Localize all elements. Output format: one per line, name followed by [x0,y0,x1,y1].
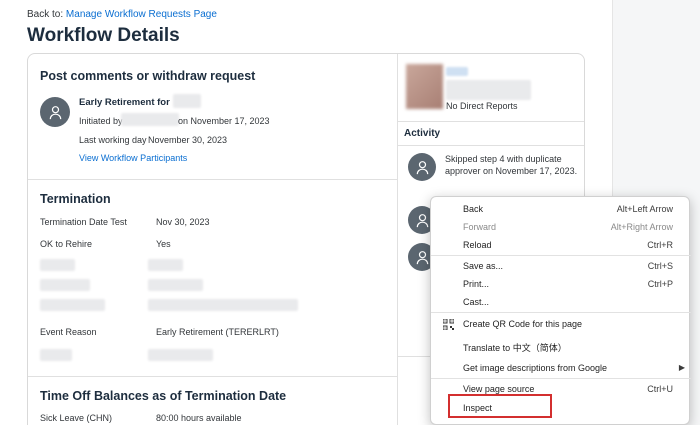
menu-item-image-descriptions[interactable]: Get image descriptions from Google ▶ [431,359,691,377]
activity-divider [398,145,584,146]
direct-reports: No Direct Reports [446,101,518,111]
page-title: Workflow Details [27,25,180,46]
profile-photo [406,64,443,109]
breadcrumb: Back to: Manage Workflow Requests Page [27,9,217,20]
back-link[interactable]: Manage Workflow Requests Page [66,9,217,20]
menu-item-reload[interactable]: Reload Ctrl+R [431,236,691,254]
section-divider [28,179,397,180]
submenu-arrow-icon: ▶ [678,363,685,372]
qr-code-icon [443,319,454,330]
menu-separator [431,255,691,256]
activity-text: Skipped step 4 with duplicate [445,154,562,164]
redacted-field [40,349,72,361]
last-working-label: Last working day [79,135,147,145]
menu-item-back[interactable]: Back Alt+Left Arrow [431,200,691,218]
redacted-initiator [121,113,179,126]
menu-item-translate[interactable]: Translate to 中文（简体） [431,337,691,355]
time-off-heading: Time Off Balances as of Termination Date [40,389,287,403]
activity-divider [398,121,584,122]
event-reason-value: Early Retirement (TERERLRT) [156,327,279,337]
request-title: Early Retirement for [79,97,170,108]
redacted-field [148,259,183,271]
menu-item-save-as[interactable]: Save as... Ctrl+S [431,257,691,275]
redacted-name [173,94,201,108]
last-working-value: November 30, 2023 [148,135,228,145]
menu-item-cast[interactable]: Cast... [431,293,691,311]
menu-item-print[interactable]: Print... Ctrl+P [431,275,691,293]
redacted-name [446,67,468,76]
activity-text: approver on November 17, 2023. [445,166,578,176]
termination-heading: Termination [40,192,111,206]
back-prefix: Back to: [27,9,64,20]
redacted-field [40,279,90,291]
menu-item-qr-code[interactable]: Create QR Code for this page [431,315,691,333]
view-participants-link[interactable]: View Workflow Participants [79,153,187,163]
initiated-on: on November 17, 2023 [178,116,270,126]
context-menu: Back Alt+Left Arrow Forward Alt+Right Ar… [430,196,691,425]
inspect-highlight-box [448,394,552,418]
redacted-field [40,299,105,311]
redacted-field [40,259,75,271]
termination-row-label: Termination Date Test [40,217,127,227]
activity-avatar-icon [408,153,436,181]
termination-row-value: Nov 30, 2023 [156,217,210,227]
redacted-title [446,80,531,100]
menu-item-forward[interactable]: Forward Alt+Right Arrow [431,218,691,236]
comments-heading: Post comments or withdraw request [40,69,256,83]
section-divider [28,376,397,377]
initiated-by-label: Initiated by [79,116,123,126]
menu-separator [431,312,691,313]
event-reason-label: Event Reason [40,327,97,337]
redacted-field [148,299,298,311]
activity-heading: Activity [404,128,441,139]
redacted-field [148,279,203,291]
time-off-row-label: Sick Leave (CHN) [40,413,113,423]
termination-row-value: Yes [156,239,171,249]
time-off-row-value: 80:00 hours available [156,413,242,423]
termination-row-label: OK to Rehire [40,239,93,249]
requester-avatar-icon [40,97,70,127]
redacted-field [148,349,213,361]
details-column: Post comments or withdraw request Early … [28,54,397,425]
menu-separator [431,378,691,379]
